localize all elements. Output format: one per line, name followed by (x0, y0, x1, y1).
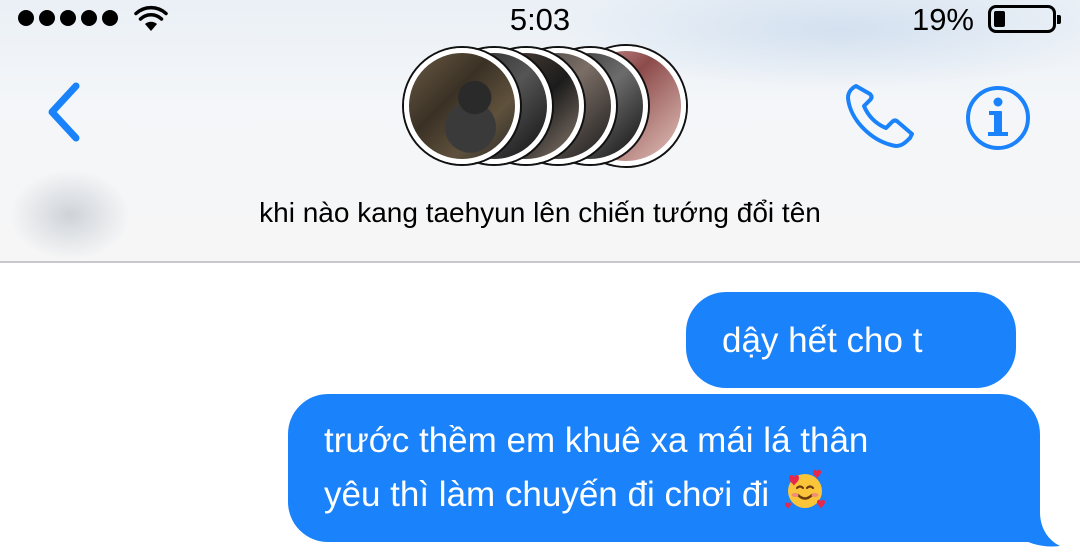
info-icon[interactable] (964, 84, 1032, 152)
back-button[interactable] (40, 80, 88, 144)
phone-icon[interactable] (842, 80, 918, 152)
battery-percent: 19% (911, 2, 974, 37)
conversation-header: 5:03 19% khi nào kang taehyun lên chiến … (0, 0, 1080, 263)
smiling-face-with-hearts-icon (784, 469, 825, 509)
bubble-tail (1010, 512, 1060, 547)
message-text: dậy hết cho t (722, 321, 923, 360)
battery-icon (988, 5, 1061, 33)
group-name[interactable]: khi nào kang taehyun lên chiến tướng đổi… (0, 197, 1080, 229)
message-bubble-outgoing[interactable]: trước thềm em khuê xa mái lá thân yêu th… (288, 394, 1040, 542)
status-bar: 5:03 19% (0, 0, 1080, 40)
message-bubble-outgoing[interactable]: dậy hết cho t (686, 292, 1016, 388)
message-text-line: trước thềm em khuê xa mái lá thân (324, 421, 869, 460)
avatar (404, 48, 520, 164)
message-text-line: yêu thì làm chuyến đi chơi đi (324, 475, 770, 514)
